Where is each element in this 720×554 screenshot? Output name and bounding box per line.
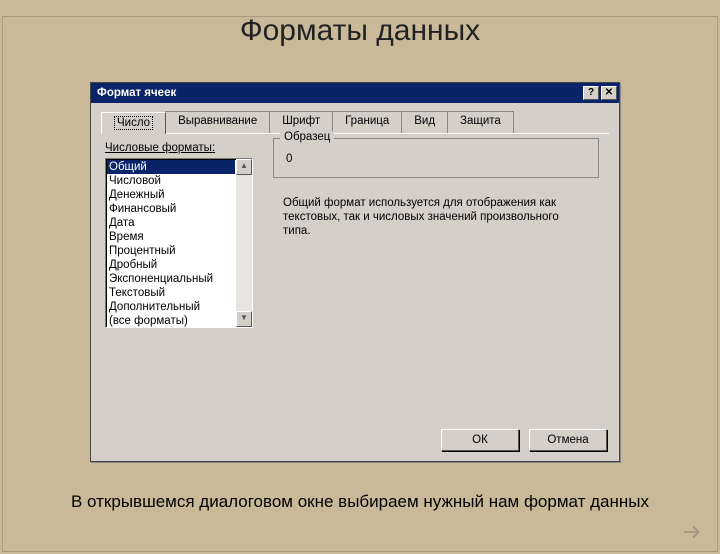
list-item[interactable]: Финансовый (107, 202, 235, 216)
tab-3[interactable]: Граница (332, 111, 402, 133)
list-item[interactable]: Экспоненциальный (107, 272, 235, 286)
tab-5[interactable]: Защита (447, 111, 514, 133)
dialog-title: Формат ячеек (97, 87, 176, 99)
sample-legend: Образец (280, 131, 334, 143)
format-cells-dialog: Формат ячеек ? ✕ ЧислоВыравниваниеШрифтГ… (90, 82, 620, 462)
list-item[interactable]: Процентный (107, 244, 235, 258)
list-item[interactable]: Время (107, 230, 235, 244)
list-item[interactable]: (все форматы) (107, 314, 235, 327)
dialog-titlebar[interactable]: Формат ячеек ? ✕ (91, 83, 619, 103)
scrollbar[interactable]: ▲ ▼ (236, 159, 252, 327)
scroll-down-button[interactable]: ▼ (236, 311, 252, 327)
sample-value: 0 (286, 153, 292, 165)
ok-button[interactable]: ОК (441, 429, 519, 451)
next-slide-icon[interactable] (682, 522, 704, 542)
tab-0[interactable]: Число (101, 112, 166, 134)
list-item[interactable]: Дополнительный (107, 300, 235, 314)
tab-4[interactable]: Вид (401, 111, 448, 133)
close-button[interactable]: ✕ (601, 86, 617, 100)
list-item[interactable]: Числовой (107, 174, 235, 188)
category-listbox[interactable]: ОбщийЧисловойДенежныйФинансовыйДатаВремя… (105, 158, 253, 328)
list-item[interactable]: Общий (107, 160, 235, 174)
list-item[interactable]: Дробный (107, 258, 235, 272)
help-button[interactable]: ? (583, 86, 599, 100)
category-label: Числовые форматы: (105, 142, 215, 154)
tab-panel-number: Числовые форматы: ОбщийЧисловойДенежныйФ… (101, 133, 609, 429)
scroll-up-button[interactable]: ▲ (236, 159, 252, 175)
tab-2[interactable]: Шрифт (269, 111, 333, 133)
cancel-button[interactable]: Отмена (529, 429, 607, 451)
sample-groupbox: Образец 0 (273, 138, 599, 178)
format-description: Общий формат используется для отображени… (283, 196, 583, 238)
tab-1[interactable]: Выравнивание (165, 111, 270, 133)
list-item[interactable]: Денежный (107, 188, 235, 202)
slide-caption: В открывшемся диалоговом окне выбираем н… (0, 492, 720, 512)
list-item[interactable]: Дата (107, 216, 235, 230)
list-item[interactable]: Текстовый (107, 286, 235, 300)
dialog-footer: ОК Отмена (441, 429, 607, 451)
tabstrip: ЧислоВыравниваниеШрифтГраницаВидЗащита (91, 103, 619, 133)
